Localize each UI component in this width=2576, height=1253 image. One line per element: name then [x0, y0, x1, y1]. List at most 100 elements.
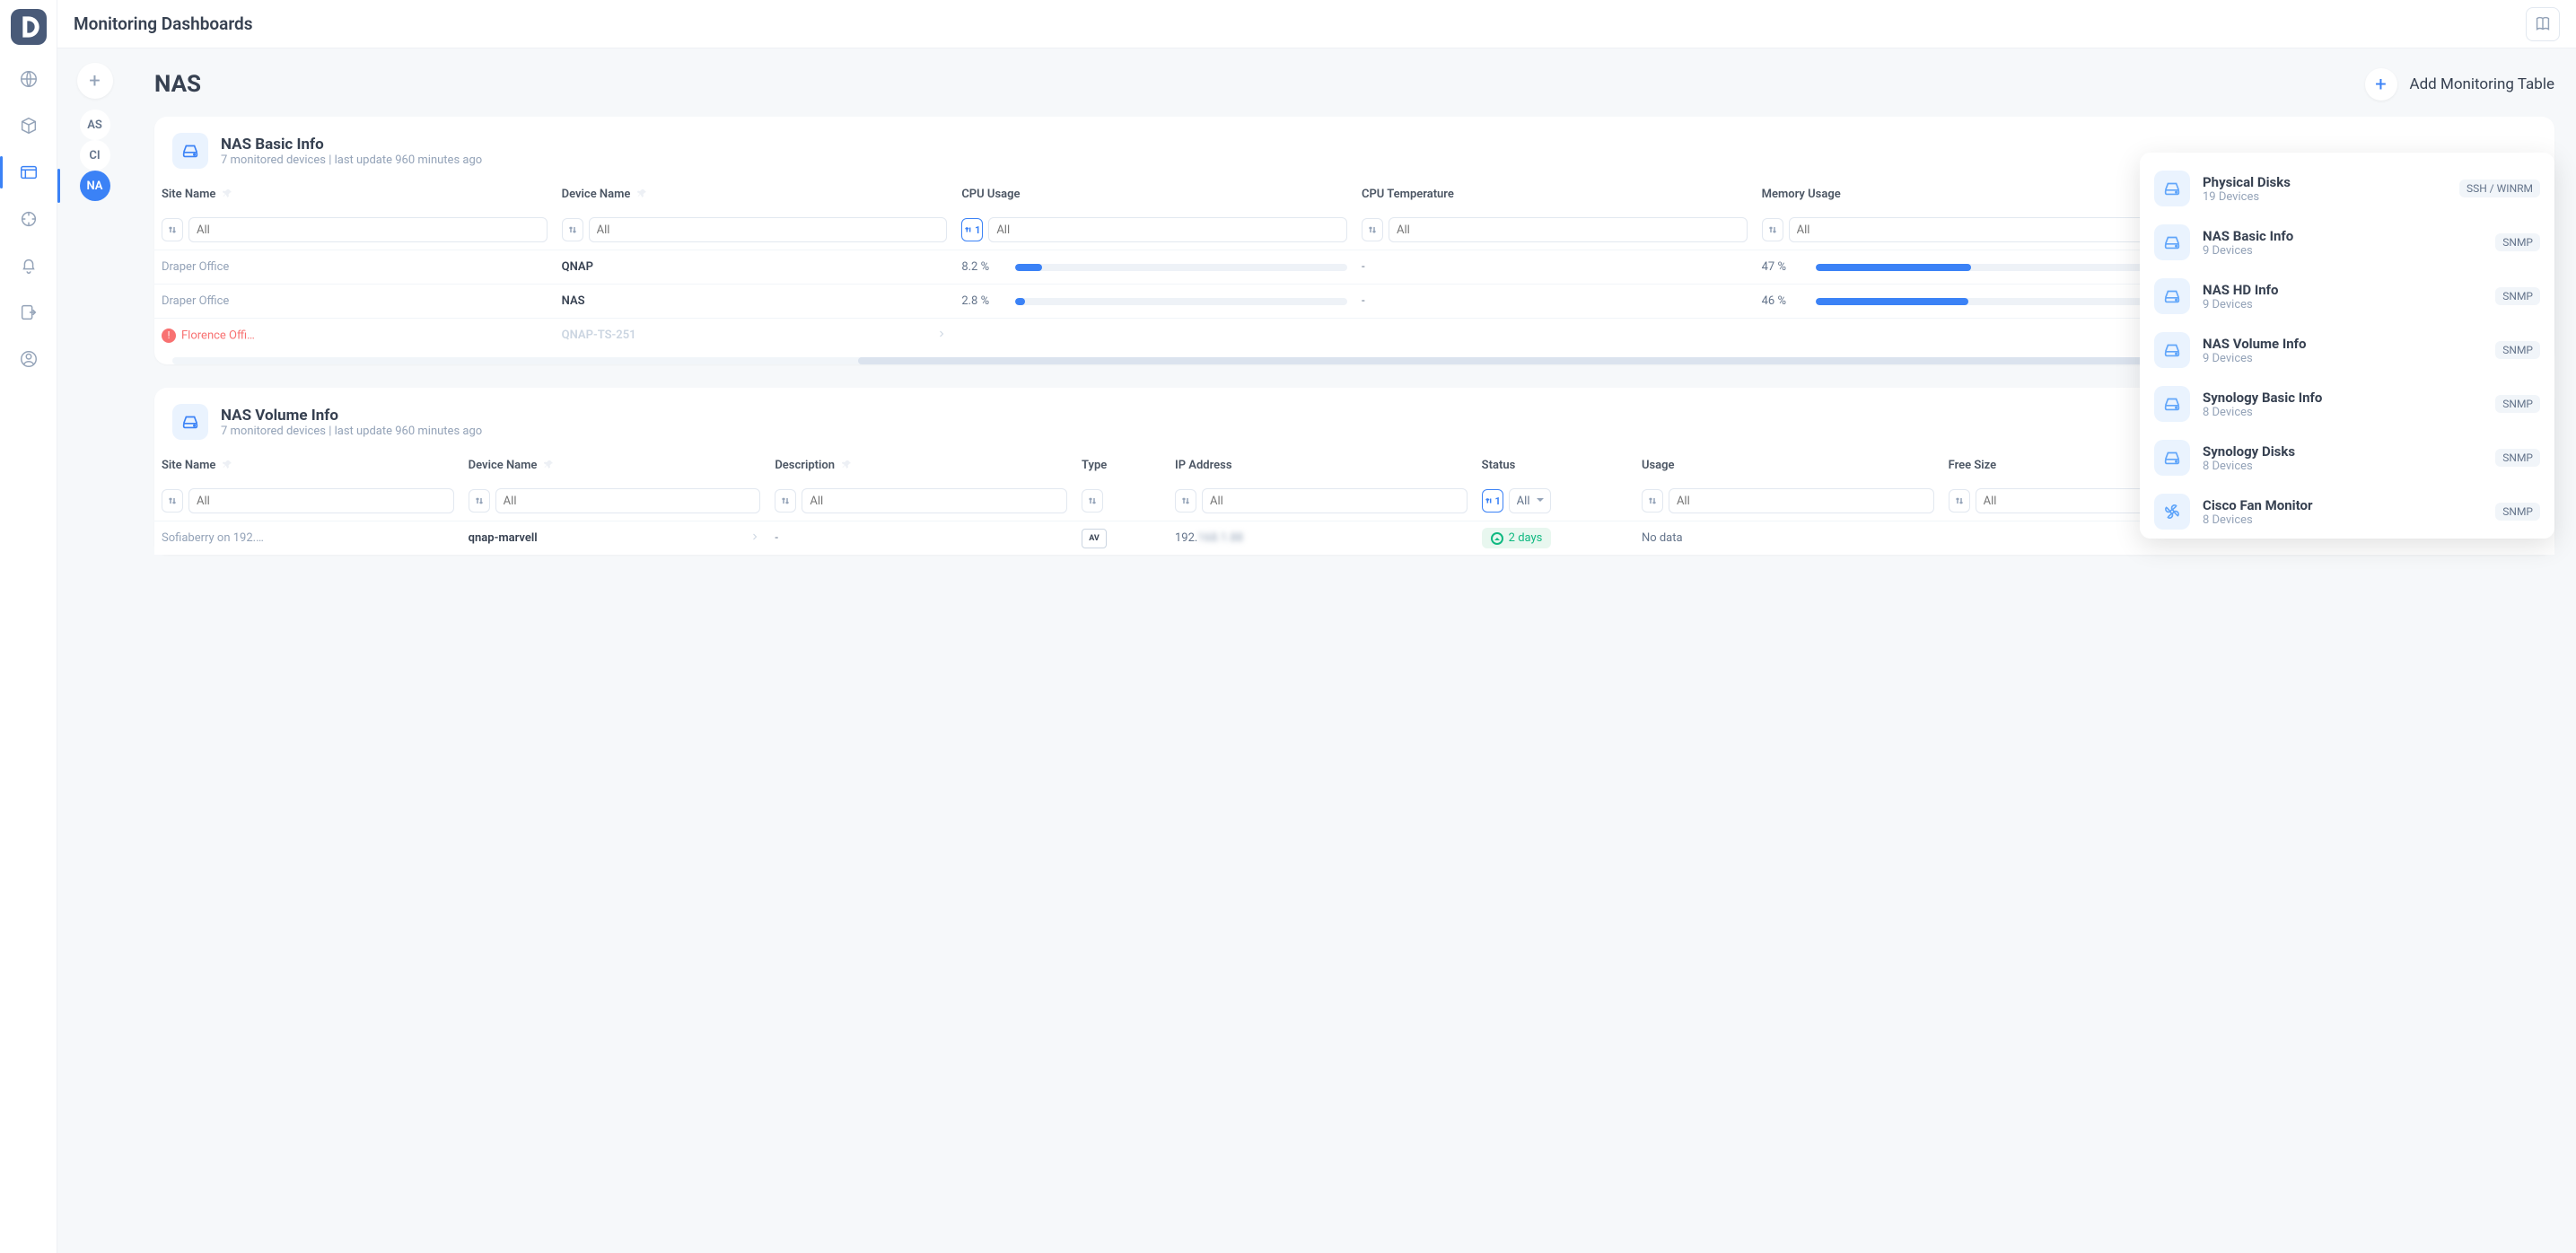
filter-input[interactable] — [495, 488, 761, 513]
dropdown-title: NAS Volume Info — [2203, 336, 2483, 352]
sort-button[interactable] — [469, 489, 490, 513]
filter-input[interactable] — [988, 217, 1347, 242]
panel-title: NAS Volume Info — [221, 407, 482, 425]
drive-icon — [2154, 332, 2190, 368]
panel-title: NAS Basic Info — [221, 136, 482, 153]
dropdown-item[interactable]: NAS Volume Info9 Devices SNMP — [2140, 323, 2554, 377]
tab-ci[interactable]: CI — [80, 140, 110, 171]
target-icon[interactable] — [16, 206, 41, 232]
sort-button[interactable]: 1 — [961, 218, 983, 241]
filter-input[interactable] — [589, 217, 948, 242]
col-header[interactable]: Site Name — [162, 188, 215, 201]
tab-na[interactable]: NA — [80, 171, 110, 201]
col-header[interactable]: Device Name — [469, 459, 538, 472]
sort-button[interactable] — [562, 218, 583, 241]
sort-button[interactable] — [1762, 218, 1783, 241]
dropdown-item[interactable]: Synology Disks8 DevicesSNMP — [2140, 431, 2554, 485]
sort-button[interactable] — [775, 489, 796, 513]
dashboard-icon[interactable] — [16, 160, 41, 185]
pin-icon[interactable] — [842, 459, 853, 473]
tab-as[interactable]: AS — [80, 110, 110, 140]
sort-button[interactable] — [1642, 489, 1663, 513]
bell-icon[interactable] — [16, 253, 41, 278]
topbar: Monitoring Dashboards — [57, 0, 2576, 48]
sort-button[interactable] — [1949, 489, 1970, 513]
filter-input[interactable] — [1669, 488, 1934, 513]
dropdown-title: NAS Basic Info — [2203, 228, 2483, 244]
col-header[interactable]: Memory Usage — [1762, 188, 1841, 201]
dropdown-subtitle: 8 Devices — [2203, 406, 2483, 419]
filter-input[interactable] — [1202, 488, 1468, 513]
filter-input[interactable] — [802, 488, 1067, 513]
col-header[interactable]: Description — [775, 459, 835, 472]
col-header[interactable]: CPU Temperature — [1362, 188, 1454, 201]
error-icon: ! — [162, 329, 176, 343]
dropdown-title: Synology Disks — [2203, 443, 2483, 460]
sort-button[interactable] — [162, 218, 183, 241]
protocol-tag: SNMP — [2495, 287, 2540, 305]
col-header[interactable]: Device Name — [562, 188, 631, 201]
add-table-dropdown: Physical Disks19 Devices SSH / WINRM NAS B… — [2140, 153, 2554, 539]
col-header[interactable]: Site Name — [162, 459, 215, 472]
drive-icon — [2154, 171, 2190, 206]
protocol-tag: SNMP — [2495, 503, 2540, 521]
pin-icon[interactable] — [637, 188, 648, 202]
protocol-tag: SNMP — [2495, 341, 2540, 359]
protocol-tag: SSH / WINRM — [2459, 180, 2540, 197]
col-header[interactable]: Status — [1482, 459, 1516, 472]
chevron-right-icon — [936, 329, 947, 343]
col-header[interactable]: Free Size — [1949, 459, 1997, 472]
drive-icon — [2154, 386, 2190, 422]
page-heading: Monitoring Dashboards — [74, 13, 252, 34]
dropdown-title: Physical Disks — [2203, 174, 2447, 190]
protocol-tag: SNMP — [2495, 233, 2540, 251]
drive-icon — [2154, 440, 2190, 476]
add-monitoring-table-button[interactable]: + Add Monitoring Table — [2365, 68, 2555, 101]
app-logo[interactable] — [11, 9, 47, 45]
user-icon[interactable] — [16, 346, 41, 372]
book-icon[interactable] — [2526, 7, 2560, 41]
protocol-tag: SNMP — [2495, 395, 2540, 413]
col-header[interactable]: Usage — [1642, 459, 1675, 472]
drive-icon — [2154, 224, 2190, 260]
drive-icon — [2154, 278, 2190, 314]
filter-input[interactable] — [1389, 217, 1748, 242]
sort-button[interactable] — [162, 489, 183, 513]
pin-icon[interactable] — [544, 459, 555, 473]
drive-icon — [172, 133, 208, 169]
dropdown-subtitle: 9 Devices — [2203, 352, 2483, 365]
panel-subtitle: 7 monitored devices | last update 960 mi… — [221, 425, 482, 438]
cube-icon[interactable] — [16, 113, 41, 138]
dropdown-subtitle: 8 Devices — [2203, 460, 2483, 473]
sort-button[interactable] — [1362, 218, 1383, 241]
filter-input[interactable] — [188, 488, 454, 513]
pin-icon[interactable] — [223, 188, 233, 202]
filter-input[interactable] — [188, 217, 548, 242]
dashboard-tabs: + ASCINA — [57, 48, 133, 1253]
dropdown-item[interactable]: Synology Basic Info8 Devices SNMP — [2140, 377, 2554, 431]
dropdown-subtitle: 9 Devices — [2203, 298, 2483, 311]
filter-input[interactable] — [1789, 217, 2148, 242]
dropdown-item[interactable]: Cisco Fan Monitor8 DevicesSNMP — [2140, 485, 2554, 539]
export-icon[interactable] — [16, 300, 41, 325]
device-type-icon: AV — [1082, 529, 1107, 548]
col-header[interactable]: Type — [1082, 459, 1107, 472]
dropdown-subtitle: 19 Devices — [2203, 190, 2447, 204]
sort-button[interactable] — [1175, 489, 1196, 513]
dropdown-item[interactable]: NAS Basic Info9 DevicesSNMP — [2140, 215, 2554, 269]
sort-button[interactable]: 1 — [1482, 489, 1503, 513]
dropdown-item[interactable]: Physical Disks19 Devices SSH / WINRM — [2140, 162, 2554, 215]
globe-icon[interactable] — [16, 66, 41, 92]
plus-icon: + — [2365, 68, 2397, 101]
dropdown-subtitle: 8 Devices — [2203, 513, 2483, 527]
add-dashboard-button[interactable]: + — [77, 63, 113, 99]
col-header[interactable]: IP Address — [1175, 459, 1232, 472]
add-table-label: Add Monitoring Table — [2410, 75, 2555, 93]
dropdown-item[interactable]: NAS HD Info9 DevicesSNMP — [2140, 269, 2554, 323]
sort-button[interactable] — [1082, 489, 1103, 513]
pin-icon[interactable] — [223, 459, 233, 473]
col-header[interactable]: CPU Usage — [961, 188, 1020, 201]
dropdown-title: Synology Basic Info — [2203, 390, 2483, 406]
filter-select[interactable]: All — [1509, 488, 1551, 513]
fan-icon — [2154, 494, 2190, 530]
